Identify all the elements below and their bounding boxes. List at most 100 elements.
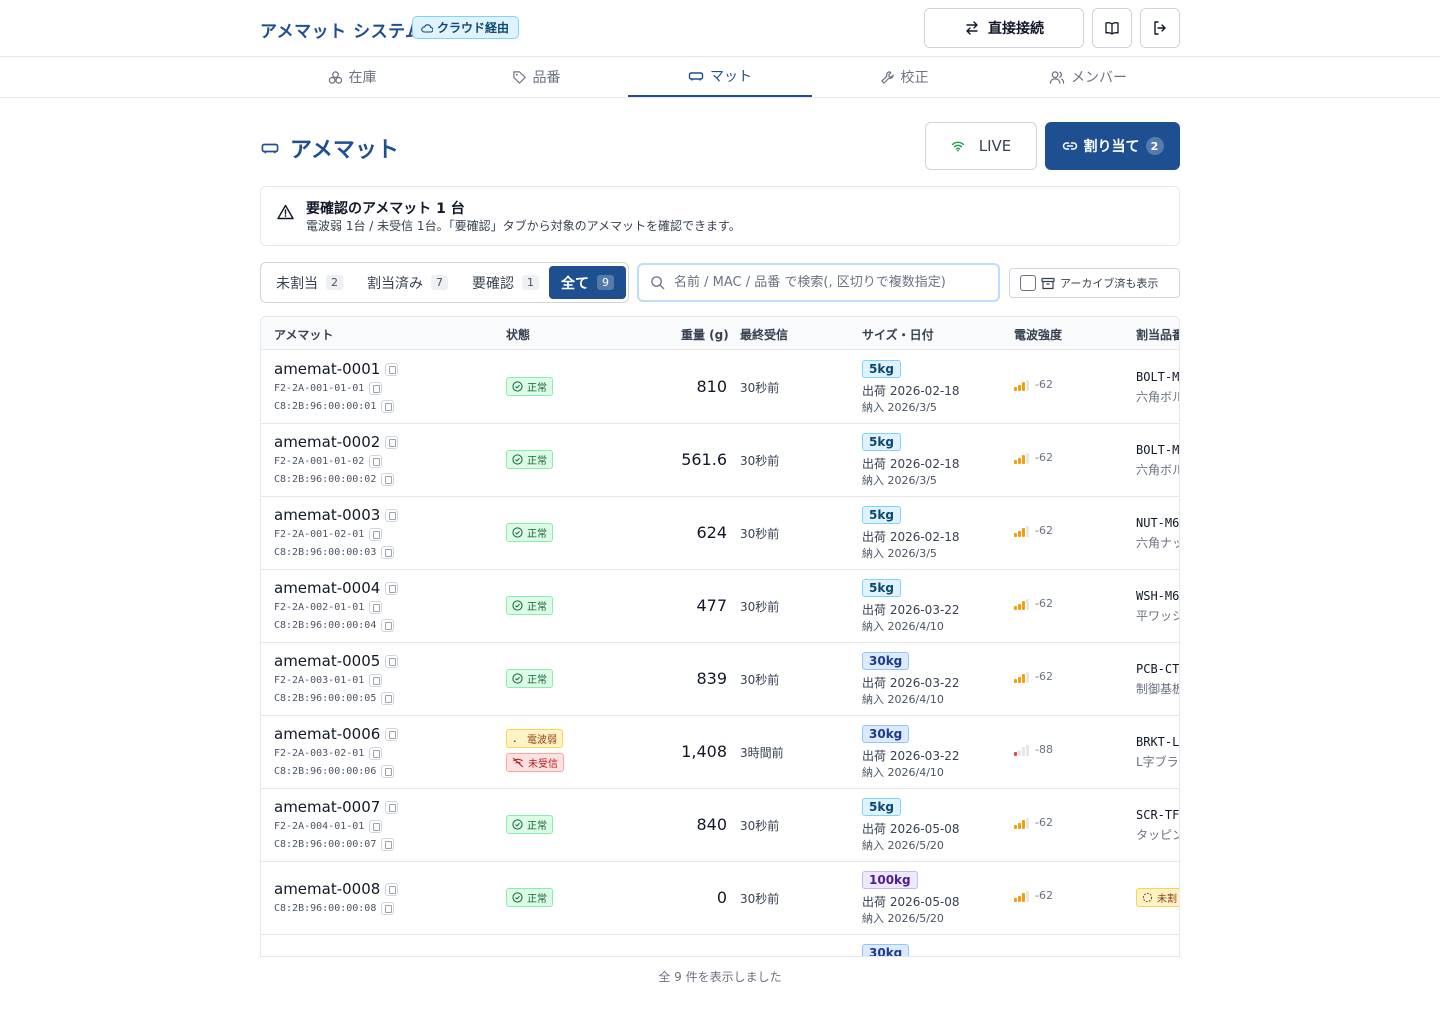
filter-unassigned[interactable]: 未割当 2: [264, 266, 355, 299]
signal-bar: [1022, 893, 1025, 902]
copy-icon[interactable]: [385, 882, 399, 896]
signal-bar: [1018, 822, 1021, 829]
copy-icon[interactable]: [385, 654, 399, 668]
rssi-value: -62: [1035, 889, 1053, 902]
col-header-size-date[interactable]: サイズ・日付: [862, 326, 934, 343]
part-code[interactable]: PCB-CT: [1136, 662, 1179, 676]
archive-checkbox[interactable]: [1020, 275, 1036, 291]
copy-icon[interactable]: [385, 581, 399, 595]
col-header-last-received[interactable]: 最終受信: [740, 326, 788, 343]
col-header-weight[interactable]: 重量 (g): [681, 326, 729, 343]
copy-icon[interactable]: [385, 800, 399, 814]
amemat-name: amemat-0008: [274, 880, 399, 898]
copy-icon[interactable]: [369, 747, 383, 760]
copy-icon[interactable]: [369, 455, 383, 468]
mac-text: C8:2B:96:00:00:07: [274, 839, 377, 850]
part-name: 平ワッシ: [1136, 609, 1180, 623]
search-input[interactable]: [674, 275, 974, 290]
copy-icon[interactable]: [369, 674, 383, 687]
status-badge: 未受信: [506, 753, 564, 772]
filter-count: 7: [431, 275, 448, 290]
wrench-icon: [880, 70, 894, 84]
copy-icon[interactable]: [381, 619, 395, 632]
signal-bars-icon: [1014, 744, 1029, 756]
copy-icon[interactable]: [381, 400, 395, 413]
tab-inventory[interactable]: 在庫: [260, 57, 444, 97]
part-code[interactable]: BRKT-L: [1136, 735, 1179, 749]
attention-alert: 要確認のアメマット 1 台 電波弱 1台 / 未受信 1台。「要確認」タブから対…: [260, 186, 1180, 246]
table-row[interactable]: amemat-000930kg: [261, 935, 1179, 956]
unassigned-icon: [1142, 892, 1153, 903]
copy-icon[interactable]: [369, 382, 383, 395]
tab-mat[interactable]: マット: [628, 57, 812, 97]
live-button[interactable]: LIVE: [925, 122, 1037, 170]
copy-icon[interactable]: [381, 838, 395, 851]
table-row[interactable]: amemat-0005 F2-2A-003-01-01 C8:2B:96:00:00…: [261, 643, 1179, 716]
tab-members[interactable]: メンバー: [996, 57, 1180, 97]
location-text: F2-2A-003-01-01: [274, 675, 365, 686]
table-row[interactable]: amemat-0003 F2-2A-001-02-01 C8:2B:96:00:00…: [261, 497, 1179, 570]
table-row[interactable]: amemat-0007 F2-2A-004-01-01 C8:2B:96:00:00…: [261, 789, 1179, 862]
amemat-location: F2-2A-003-01-01: [274, 674, 383, 687]
copy-icon[interactable]: [381, 765, 395, 778]
weight-value: 810: [696, 377, 727, 396]
logout-button[interactable]: [1140, 8, 1180, 48]
weight-value: 839: [696, 669, 727, 688]
signal-bar: [1014, 898, 1017, 902]
part-code[interactable]: BOLT-M: [1136, 443, 1179, 457]
rssi-value: -62: [1035, 816, 1053, 829]
status-badge: 電波弱: [506, 729, 563, 748]
table-row[interactable]: amemat-0004 F2-2A-002-01-01 C8:2B:96:00:00…: [261, 570, 1180, 643]
part-code[interactable]: BOLT-M: [1136, 370, 1179, 384]
warning-icon: [277, 204, 294, 220]
col-header-signal[interactable]: 電波強度: [1014, 326, 1062, 343]
copy-icon[interactable]: [381, 692, 395, 705]
col-header-status[interactable]: 状態: [506, 326, 530, 343]
part-code[interactable]: SCR-TF: [1136, 808, 1179, 822]
col-header-amemat[interactable]: アメマット: [274, 326, 333, 343]
copy-icon[interactable]: [385, 435, 399, 449]
copy-icon[interactable]: [381, 546, 395, 559]
copy-icon[interactable]: [385, 508, 399, 522]
signal-cell: -62: [1014, 889, 1053, 902]
unassigned-cell[interactable]: 未割: [1136, 888, 1179, 907]
filter-assigned[interactable]: 割当済み 7: [355, 266, 460, 299]
search-box: [637, 263, 1000, 302]
part-code[interactable]: WSH-M6: [1136, 589, 1179, 603]
copy-icon[interactable]: [381, 902, 395, 915]
logout-icon: [1154, 21, 1166, 35]
signal-bar: [1014, 606, 1017, 610]
part-code[interactable]: NUT-M6: [1136, 516, 1179, 530]
archive-icon: [1041, 277, 1055, 289]
table-row[interactable]: amemat-0006 F2-2A-003-02-01 C8:2B:96:00:00…: [261, 716, 1179, 789]
delivery-date: 納入 2026/3/5: [862, 474, 937, 487]
last-received: 30秒前: [740, 600, 780, 614]
manual-button[interactable]: [1092, 8, 1132, 48]
table-row[interactable]: amemat-0002 F2-2A-001-01-02 C8:2B:96:00:00…: [261, 424, 1179, 497]
delivery-date: 納入 2026/5/20: [862, 839, 944, 852]
copy-icon[interactable]: [385, 362, 399, 376]
copy-icon[interactable]: [385, 727, 399, 741]
filter-all[interactable]: 全て 9: [549, 266, 626, 299]
direct-connect-button[interactable]: 直接接続: [924, 8, 1084, 48]
col-header-assigned-part[interactable]: 割当品番: [1136, 326, 1179, 343]
copy-icon[interactable]: [369, 601, 383, 614]
copy-icon[interactable]: [369, 528, 383, 541]
status-label: 正常: [527, 383, 547, 394]
copy-icon[interactable]: [381, 473, 395, 486]
status-cell: 正常: [506, 450, 553, 469]
table-row[interactable]: amemat-0001 F2-2A-001-01-01 C8:2B:96:00:00…: [261, 351, 1179, 424]
delivery-date: 納入 2026/5/20: [862, 912, 944, 925]
copy-icon[interactable]: [369, 820, 383, 833]
assign-button[interactable]: 割り当て 2: [1045, 122, 1180, 170]
tab-calibration[interactable]: 校正: [812, 57, 996, 97]
status-filter: 未割当 2 割当済み 7 要確認 1 全て 9: [260, 262, 629, 303]
tab-label: 品番: [532, 70, 561, 86]
tab-parts[interactable]: 品番: [444, 57, 628, 97]
table-row[interactable]: amemat-0008 C8:2B:96:00:00:08 正常 0 30秒前 100kg…: [261, 862, 1179, 935]
show-archived-toggle[interactable]: アーカイブ済も表示: [1009, 268, 1180, 298]
status-cell: 正常: [506, 815, 553, 834]
tab-label: メンバー: [1071, 70, 1127, 86]
signal-bar: [1018, 457, 1021, 464]
filter-needs-check[interactable]: 要確認 1: [460, 266, 551, 299]
